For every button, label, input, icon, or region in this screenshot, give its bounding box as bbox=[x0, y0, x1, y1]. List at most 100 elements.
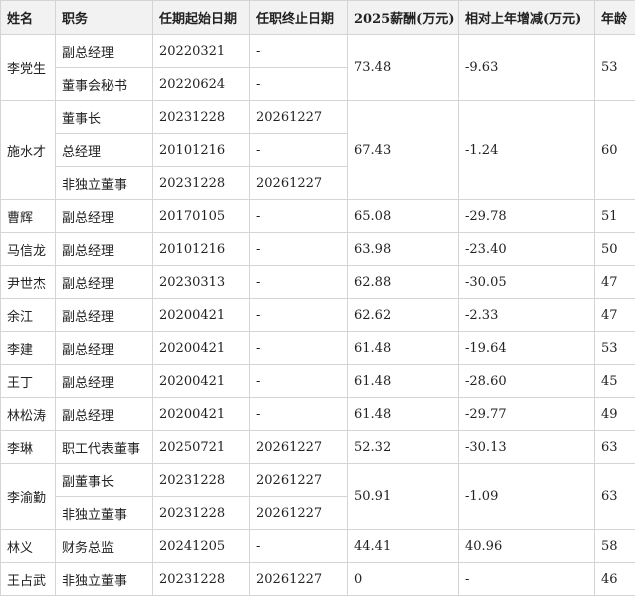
end-date-cell: 20261227 bbox=[250, 101, 348, 134]
table-body: 李党生副总经理20220321-73.48-9.6353董事会秘书2022062… bbox=[1, 35, 635, 596]
person-name: 王占武 bbox=[1, 563, 56, 596]
position-cell: 副总经理 bbox=[56, 233, 153, 266]
change-cell: -9.63 bbox=[459, 35, 595, 101]
end-date-cell: 20261227 bbox=[250, 167, 348, 200]
start-date-cell: 20101216 bbox=[153, 233, 250, 266]
age-cell: 47 bbox=[595, 266, 635, 299]
end-date-cell: 20261227 bbox=[250, 431, 348, 464]
person-name: 曹辉 bbox=[1, 200, 56, 233]
change-cell: -30.05 bbox=[459, 266, 595, 299]
change-cell: -23.40 bbox=[459, 233, 595, 266]
salary-cell: 52.32 bbox=[348, 431, 459, 464]
person-name: 李渝勤 bbox=[1, 464, 56, 530]
end-date-cell: - bbox=[250, 266, 348, 299]
start-date-cell: 20101216 bbox=[153, 134, 250, 167]
salary-cell: 44.41 bbox=[348, 530, 459, 563]
age-cell: 51 bbox=[595, 200, 635, 233]
header-position: 职务 bbox=[56, 1, 153, 35]
start-date-cell: 20200421 bbox=[153, 299, 250, 332]
table-row: 李党生副总经理20220321-73.48-9.6353 bbox=[1, 35, 635, 68]
position-cell: 副总经理 bbox=[56, 398, 153, 431]
salary-cell: 73.48 bbox=[348, 35, 459, 101]
start-date-cell: 20200421 bbox=[153, 365, 250, 398]
age-cell: 46 bbox=[595, 563, 635, 596]
salary-cell: 62.62 bbox=[348, 299, 459, 332]
table-row: 李建副总经理20200421-61.48-19.6453 bbox=[1, 332, 635, 365]
header-salary: 2025薪酬(万元) bbox=[348, 1, 459, 35]
person-name: 余江 bbox=[1, 299, 56, 332]
person-name: 李党生 bbox=[1, 35, 56, 101]
start-date-cell: 20170105 bbox=[153, 200, 250, 233]
start-date-cell: 20241205 bbox=[153, 530, 250, 563]
start-date-cell: 20220321 bbox=[153, 35, 250, 68]
table-row: 林松涛副总经理20200421-61.48-29.7749 bbox=[1, 398, 635, 431]
position-cell: 非独立董事 bbox=[56, 167, 153, 200]
salary-cell: 0 bbox=[348, 563, 459, 596]
age-cell: 53 bbox=[595, 35, 635, 101]
header-name: 姓名 bbox=[1, 1, 56, 35]
start-date-cell: 20231228 bbox=[153, 101, 250, 134]
executive-compensation-table: 姓名 职务 任期起始日期 任职终止日期 2025薪酬(万元) 相对上年增减(万元… bbox=[0, 0, 635, 596]
position-cell: 非独立董事 bbox=[56, 497, 153, 530]
table-header-row: 姓名 职务 任期起始日期 任职终止日期 2025薪酬(万元) 相对上年增减(万元… bbox=[1, 1, 635, 35]
header-start-date: 任期起始日期 bbox=[153, 1, 250, 35]
table-row: 林义财务总监20241205-44.4140.9658 bbox=[1, 530, 635, 563]
change-cell: -19.64 bbox=[459, 332, 595, 365]
table-row: 马信龙副总经理20101216-63.98-23.4050 bbox=[1, 233, 635, 266]
position-cell: 董事长 bbox=[56, 101, 153, 134]
person-name: 李建 bbox=[1, 332, 56, 365]
salary-cell: 61.48 bbox=[348, 332, 459, 365]
position-cell: 副总经理 bbox=[56, 35, 153, 68]
age-cell: 58 bbox=[595, 530, 635, 563]
age-cell: 47 bbox=[595, 299, 635, 332]
age-cell: 60 bbox=[595, 101, 635, 200]
change-cell: 40.96 bbox=[459, 530, 595, 563]
position-cell: 总经理 bbox=[56, 134, 153, 167]
age-cell: 50 bbox=[595, 233, 635, 266]
end-date-cell: - bbox=[250, 134, 348, 167]
person-name: 马信龙 bbox=[1, 233, 56, 266]
start-date-cell: 20231228 bbox=[153, 167, 250, 200]
end-date-cell: - bbox=[250, 68, 348, 101]
end-date-cell: 20261227 bbox=[250, 497, 348, 530]
person-name: 王丁 bbox=[1, 365, 56, 398]
start-date-cell: 20200421 bbox=[153, 398, 250, 431]
end-date-cell: 20261227 bbox=[250, 464, 348, 497]
position-cell: 副总经理 bbox=[56, 200, 153, 233]
change-cell: - bbox=[459, 563, 595, 596]
change-cell: -29.78 bbox=[459, 200, 595, 233]
position-cell: 副总经理 bbox=[56, 332, 153, 365]
age-cell: 63 bbox=[595, 431, 635, 464]
end-date-cell: - bbox=[250, 530, 348, 563]
position-cell: 非独立董事 bbox=[56, 563, 153, 596]
table-row: 曹辉副总经理20170105-65.08-29.7851 bbox=[1, 200, 635, 233]
start-date-cell: 20231228 bbox=[153, 464, 250, 497]
end-date-cell: - bbox=[250, 200, 348, 233]
start-date-cell: 20220624 bbox=[153, 68, 250, 101]
table-row: 尹世杰副总经理20230313-62.88-30.0547 bbox=[1, 266, 635, 299]
table-row: 王占武非独立董事20231228202612270-46 bbox=[1, 563, 635, 596]
salary-cell: 67.43 bbox=[348, 101, 459, 200]
header-change: 相对上年增减(万元) bbox=[459, 1, 595, 35]
position-cell: 职工代表董事 bbox=[56, 431, 153, 464]
person-name: 林义 bbox=[1, 530, 56, 563]
table-row: 王丁副总经理20200421-61.48-28.6045 bbox=[1, 365, 635, 398]
salary-cell: 61.48 bbox=[348, 398, 459, 431]
end-date-cell: - bbox=[250, 365, 348, 398]
start-date-cell: 20231228 bbox=[153, 497, 250, 530]
end-date-cell: 20261227 bbox=[250, 563, 348, 596]
table-row: 余江副总经理20200421-62.62-2.3347 bbox=[1, 299, 635, 332]
change-cell: -2.33 bbox=[459, 299, 595, 332]
table-row: 施水才董事长202312282026122767.43-1.2460 bbox=[1, 101, 635, 134]
end-date-cell: - bbox=[250, 398, 348, 431]
change-cell: -1.09 bbox=[459, 464, 595, 530]
person-name: 李琳 bbox=[1, 431, 56, 464]
header-end-date: 任职终止日期 bbox=[250, 1, 348, 35]
position-cell: 副董事长 bbox=[56, 464, 153, 497]
end-date-cell: - bbox=[250, 233, 348, 266]
position-cell: 副总经理 bbox=[56, 365, 153, 398]
position-cell: 董事会秘书 bbox=[56, 68, 153, 101]
position-cell: 副总经理 bbox=[56, 266, 153, 299]
start-date-cell: 20230313 bbox=[153, 266, 250, 299]
end-date-cell: - bbox=[250, 299, 348, 332]
